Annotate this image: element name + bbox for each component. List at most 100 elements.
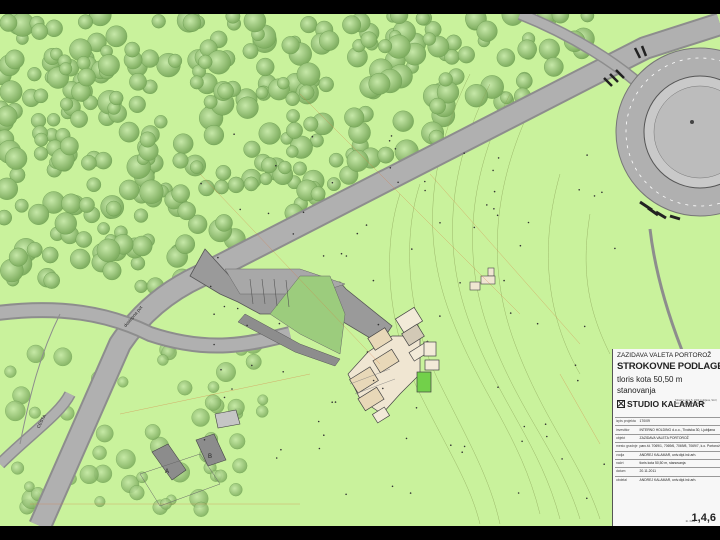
tree-canopy (14, 198, 29, 213)
tree-canopy (360, 31, 378, 49)
title-block-row-value: 170/09 (638, 416, 720, 426)
tree-canopy (303, 116, 319, 132)
survey-point (544, 423, 547, 426)
title-block-row-value: INTERNO HOLDING d.o.o., Tivolska 30, Lju… (638, 425, 720, 435)
tree-canopy (31, 23, 48, 40)
title-block-row-key: objekt (615, 433, 639, 443)
tree-canopy (500, 91, 513, 105)
survey-point (517, 492, 520, 494)
tree-canopy (26, 344, 45, 363)
survey-point (323, 434, 325, 437)
drawing-title: STROKOVNE PODLAGE (617, 361, 720, 372)
tree-canopy (129, 485, 145, 501)
survey-point (217, 256, 219, 259)
tree-canopy (92, 445, 107, 460)
title-block-row-value: ZAZIDAVA VALETA PORTOROŽ (638, 433, 720, 443)
survey-point (302, 211, 305, 214)
tree-canopy (79, 465, 99, 485)
tree-canopy (277, 76, 290, 90)
lot-label-a: A (165, 469, 170, 475)
title-block-row-value: ANDREJ KALAMAR, univ.dipl.inž.arh. (638, 450, 720, 460)
survey-point (356, 232, 359, 235)
survey-point (493, 208, 495, 210)
tree-canopy (5, 400, 26, 422)
tree-canopy (229, 483, 243, 497)
tree-canopy (292, 161, 307, 176)
tree-canopy (242, 43, 259, 59)
tree-canopy (298, 84, 315, 101)
tree-canopy (128, 95, 146, 113)
survey-point (586, 154, 588, 156)
tree-canopy (168, 53, 183, 68)
survey-point (574, 364, 577, 367)
tree-canopy (26, 241, 43, 258)
survey-point (450, 444, 452, 447)
title-block-row-key: načrt (615, 458, 639, 468)
tree-canopy (102, 261, 122, 281)
tree-canopy (139, 131, 156, 148)
tree-canopy (203, 95, 218, 109)
survey-point (463, 445, 466, 448)
tree-canopy (45, 19, 63, 38)
survey-point (405, 437, 408, 440)
tree-canopy (516, 72, 533, 90)
tree-canopy (96, 238, 121, 263)
tree-canopy (118, 121, 140, 143)
survey-point (439, 222, 441, 224)
survey-point (503, 279, 505, 282)
tree-canopy (139, 179, 164, 204)
project-name: ZAZIDAVA VALETA PORTOROŽ (617, 352, 712, 359)
survey-point (280, 448, 282, 451)
drawing-subtitle-level: tloris kota 50,50 m (617, 375, 683, 384)
tree-canopy (346, 149, 369, 172)
survey-point (459, 282, 461, 284)
tree-canopy (144, 424, 161, 440)
survey-point (519, 244, 522, 247)
tree-canopy (109, 90, 124, 106)
survey-point (492, 169, 494, 172)
survey-point (246, 324, 248, 327)
survey-point (366, 351, 369, 353)
survey-point (220, 368, 222, 371)
tree-canopy (544, 57, 564, 77)
tree-canopy (429, 97, 446, 115)
survey-point (292, 233, 295, 235)
survey-point (391, 485, 394, 488)
tree-canopy (98, 54, 120, 77)
lot-label-b: B (208, 454, 213, 460)
tree-canopy (189, 75, 204, 90)
tree-canopy (5, 147, 28, 170)
survey-point (463, 152, 466, 154)
survey-point (415, 407, 418, 409)
survey-point (593, 195, 596, 197)
tree-canopy (115, 449, 136, 470)
survey-point (213, 313, 215, 316)
tree-canopy (54, 212, 77, 235)
survey-point (365, 224, 368, 226)
title-block-row: obdelal ANDREJ KALAMAR, univ.dipl.inž.arh… (615, 475, 720, 484)
site-plan-sheet: CESTA dostopna pot A B ZAZIDAVA VALETA P… (0, 14, 720, 526)
tree-canopy (0, 80, 23, 104)
drawing-subtitle-use: stanovanja (617, 386, 656, 395)
tree-canopy (157, 354, 169, 366)
tree-canopy (378, 39, 393, 54)
survey-point (583, 325, 586, 328)
survey-point (461, 451, 464, 454)
survey-point (318, 447, 321, 450)
survey-point (439, 315, 441, 317)
tree-canopy (216, 362, 236, 382)
tree-canopy (257, 394, 269, 406)
tree-canopy (232, 458, 248, 474)
tree-canopy (177, 201, 196, 221)
survey-point (561, 458, 563, 460)
survey-point (317, 420, 320, 423)
title-block-row: datum20.11.2011meriloM 1:500 (615, 467, 720, 477)
survey-point (389, 167, 392, 169)
survey-point (231, 388, 233, 390)
survey-point (486, 204, 488, 206)
tree-canopy (517, 39, 537, 59)
tree-canopy (133, 208, 149, 223)
tree-canopy (328, 152, 344, 168)
tree-canopy (131, 235, 153, 257)
tree-canopy (172, 152, 189, 169)
